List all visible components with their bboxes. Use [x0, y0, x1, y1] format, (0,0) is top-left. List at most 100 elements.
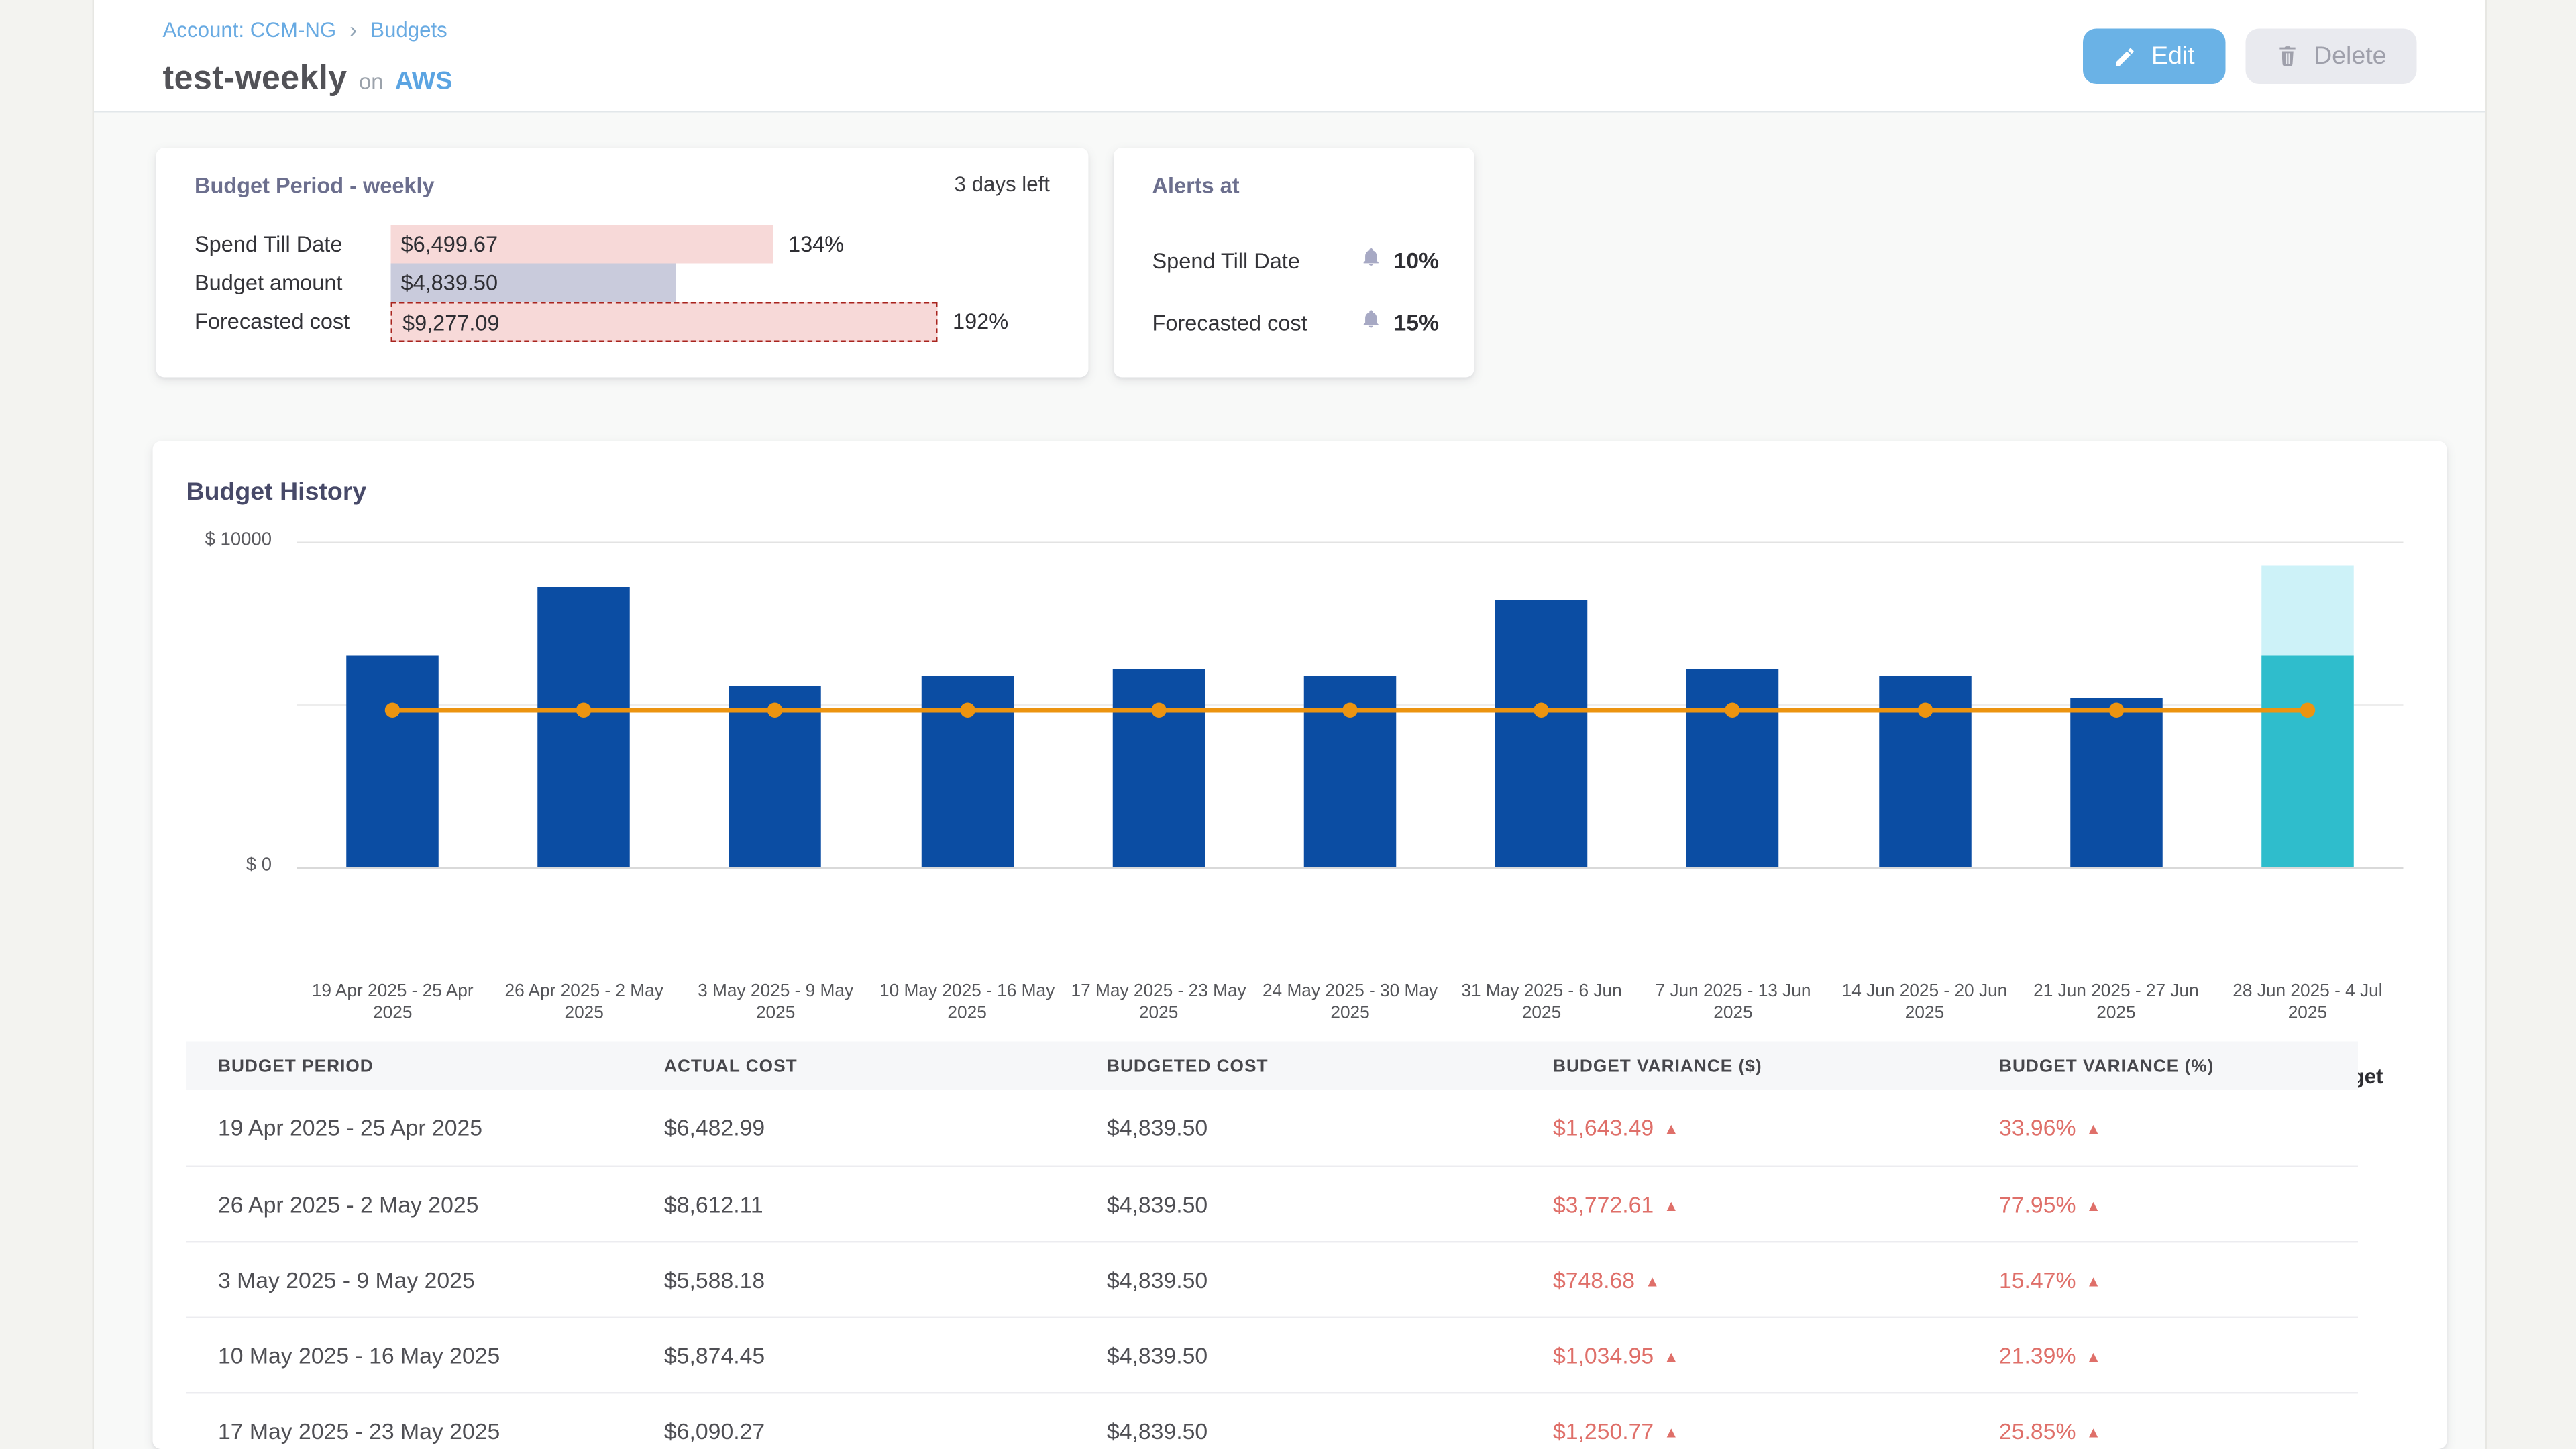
budget-period-row: Spend Till Date $6,499.67 134% — [195, 225, 1072, 264]
metric-label: Budget amount — [195, 270, 342, 296]
bell-icon — [1360, 307, 1382, 339]
cell-budget-variance-usd: $1,643.49▲ — [1521, 1116, 1968, 1141]
table-column-header: ACTUAL COST — [633, 1056, 1075, 1076]
alerts-card: Alerts at Spend Till Date10%Forecasted c… — [1114, 148, 1474, 378]
metric-value: $6,499.67 — [391, 231, 498, 257]
metric-value: $9,277.09 — [392, 309, 500, 335]
table-column-header: BUDGETED COST — [1075, 1056, 1521, 1076]
x-axis-tick-label: 19 Apr 2025 - 25 Apr 2025 — [297, 981, 488, 1025]
cloud-provider-label: AWS — [395, 67, 452, 96]
cell-budgeted-cost: $4,839.50 — [1075, 1418, 1521, 1444]
budget-period-card-title: Budget Period - weekly — [195, 173, 435, 199]
actual-cost-bar[interactable] — [2070, 698, 2163, 867]
budget-point[interactable] — [2300, 702, 2316, 718]
metric-label: Spend Till Date — [195, 231, 342, 257]
cell-budget-period: 10 May 2025 - 16 May 2025 — [186, 1342, 633, 1368]
budget-point[interactable] — [959, 702, 975, 718]
budget-point[interactable] — [1342, 702, 1358, 718]
x-axis-tick-label: 14 Jun 2025 - 20 Jun 2025 — [1829, 981, 2020, 1025]
actual-cost-bar[interactable] — [538, 587, 631, 867]
cell-actual-cost: $5,874.45 — [633, 1342, 1075, 1368]
budget-point[interactable] — [1534, 702, 1550, 718]
cell-budget-variance-pct: 77.95%▲ — [1968, 1191, 2359, 1217]
budget-history-chart — [297, 542, 2404, 867]
bell-icon — [1360, 245, 1382, 277]
budget-period-row: Budget amount $4,839.50 — [195, 264, 1072, 303]
up-triangle-icon: ▲ — [1645, 1272, 1660, 1289]
actual-cost-bar[interactable] — [1495, 600, 1588, 867]
cell-budget-period: 19 Apr 2025 - 25 Apr 2025 — [186, 1116, 633, 1141]
budget-period-card: Budget Period - weekly 3 days left Spend… — [156, 148, 1089, 378]
page-body: Budget Period - weekly 3 days left Spend… — [94, 113, 2485, 1449]
cell-budget-period: 3 May 2025 - 9 May 2025 — [186, 1267, 633, 1293]
x-axis-tick-label: 21 Jun 2025 - 27 Jun 2025 — [2021, 981, 2212, 1025]
x-axis-tick-label: 17 May 2025 - 23 May 2025 — [1063, 981, 1254, 1025]
table-column-header: BUDGET VARIANCE (%) — [1968, 1056, 2359, 1076]
budget-point[interactable] — [1917, 702, 1933, 718]
x-axis-tick-label: 24 May 2025 - 30 May 2025 — [1254, 981, 1446, 1025]
cell-budgeted-cost: $4,839.50 — [1075, 1191, 1521, 1217]
edit-button-label: Edit — [2151, 42, 2195, 71]
x-axis-tick-label: 10 May 2025 - 16 May 2025 — [871, 981, 1063, 1025]
actual-cost-bar[interactable] — [1687, 669, 1780, 867]
cell-budget-variance-pct: 33.96%▲ — [1968, 1116, 2359, 1141]
breadcrumb-account-link[interactable]: Account: CCM-NG — [163, 17, 337, 41]
up-triangle-icon: ▲ — [2086, 1423, 2100, 1440]
alert-threshold-value: 10% — [1393, 248, 1439, 274]
metric-label: Forecasted cost — [195, 309, 350, 334]
up-triangle-icon: ▲ — [2086, 1197, 2100, 1214]
alert-threshold-value: 15% — [1393, 311, 1439, 336]
delete-button[interactable]: Delete — [2245, 29, 2417, 85]
edit-button[interactable]: Edit — [2082, 29, 2224, 85]
budget-point[interactable] — [2108, 702, 2124, 718]
up-triangle-icon: ▲ — [2086, 1120, 2100, 1137]
budget-point[interactable] — [768, 702, 784, 718]
week-to-date-bar[interactable] — [2261, 656, 2354, 867]
breadcrumb-budgets-link[interactable]: Budgets — [370, 17, 447, 41]
metric-percent: 134% — [788, 231, 844, 257]
cell-budget-variance-pct: 15.47%▲ — [1968, 1267, 2359, 1293]
budget-point[interactable] — [385, 702, 400, 718]
table-row[interactable]: 19 Apr 2025 - 25 Apr 2025$6,482.99$4,839… — [186, 1090, 2359, 1166]
actual-cost-bar[interactable] — [346, 656, 439, 867]
breadcrumb-separator-icon: › — [350, 17, 357, 42]
metric-bar: $4,839.50 — [391, 264, 676, 303]
table-row[interactable]: 17 May 2025 - 23 May 2025$6,090.27$4,839… — [186, 1392, 2359, 1449]
title-connector: on — [359, 69, 383, 95]
up-triangle-icon: ▲ — [2086, 1272, 2100, 1289]
alert-metric-label: Spend Till Date — [1152, 248, 1360, 274]
budget-point[interactable] — [1151, 702, 1167, 718]
budget-history-table: BUDGET PERIODACTUAL COSTBUDGETED COSTBUD… — [186, 1042, 2359, 1449]
x-axis-tick-label: 31 May 2025 - 6 Jun 2025 — [1446, 981, 1637, 1025]
cell-budgeted-cost: $4,839.50 — [1075, 1267, 1521, 1293]
days-left-label: 3 days left — [955, 173, 1050, 197]
up-triangle-icon: ▲ — [1664, 1348, 1678, 1364]
trash-icon — [2275, 44, 2299, 69]
title-row: test-weekly on AWS — [163, 60, 453, 99]
table-column-header: BUDGET VARIANCE ($) — [1521, 1056, 1968, 1076]
table-row[interactable]: 3 May 2025 - 9 May 2025$5,588.18$4,839.5… — [186, 1241, 2359, 1317]
table-body: 19 Apr 2025 - 25 Apr 2025$6,482.99 $4,839… — [186, 1090, 2359, 1449]
pencil-icon — [2112, 44, 2136, 68]
cell-budget-variance-pct: 21.39%▲ — [1968, 1342, 2359, 1368]
table-row[interactable]: 10 May 2025 - 16 May 2025$5,874.45$4,839… — [186, 1317, 2359, 1393]
alert-row: Spend Till Date 10% — [1152, 245, 1440, 277]
up-triangle-icon: ▲ — [1664, 1120, 1678, 1137]
table-row[interactable]: 26 Apr 2025 - 2 May 2025$8,612.11$4,839.… — [186, 1166, 2359, 1242]
cell-actual-cost: $6,482.99 — [633, 1116, 1075, 1141]
x-axis-line — [297, 867, 2404, 869]
y-axis-min-label: $ 0 — [153, 855, 272, 875]
x-axis-tick-label: 3 May 2025 - 9 May 2025 — [680, 981, 871, 1025]
budget-point[interactable] — [576, 702, 592, 718]
cell-budget-variance-usd: $3,772.61▲ — [1521, 1191, 1968, 1217]
budget-history-title: Budget History — [186, 478, 367, 507]
cell-budget-period: 26 Apr 2025 - 2 May 2025 — [186, 1191, 633, 1217]
x-axis-tick-label: 7 Jun 2025 - 13 Jun 2025 — [1638, 981, 1829, 1025]
breadcrumb: Account: CCM-NG › Budgets — [163, 17, 447, 42]
actual-cost-bar[interactable] — [1112, 669, 1205, 867]
cell-budget-variance-usd: $1,250.77▲ — [1521, 1418, 1968, 1444]
alerts-card-title: Alerts at — [1152, 173, 1240, 199]
page-header: Account: CCM-NG › Budgets test-weekly on… — [94, 0, 2485, 113]
main-panel: Account: CCM-NG › Budgets test-weekly on… — [93, 0, 2487, 1449]
budget-point[interactable] — [1725, 702, 1741, 718]
